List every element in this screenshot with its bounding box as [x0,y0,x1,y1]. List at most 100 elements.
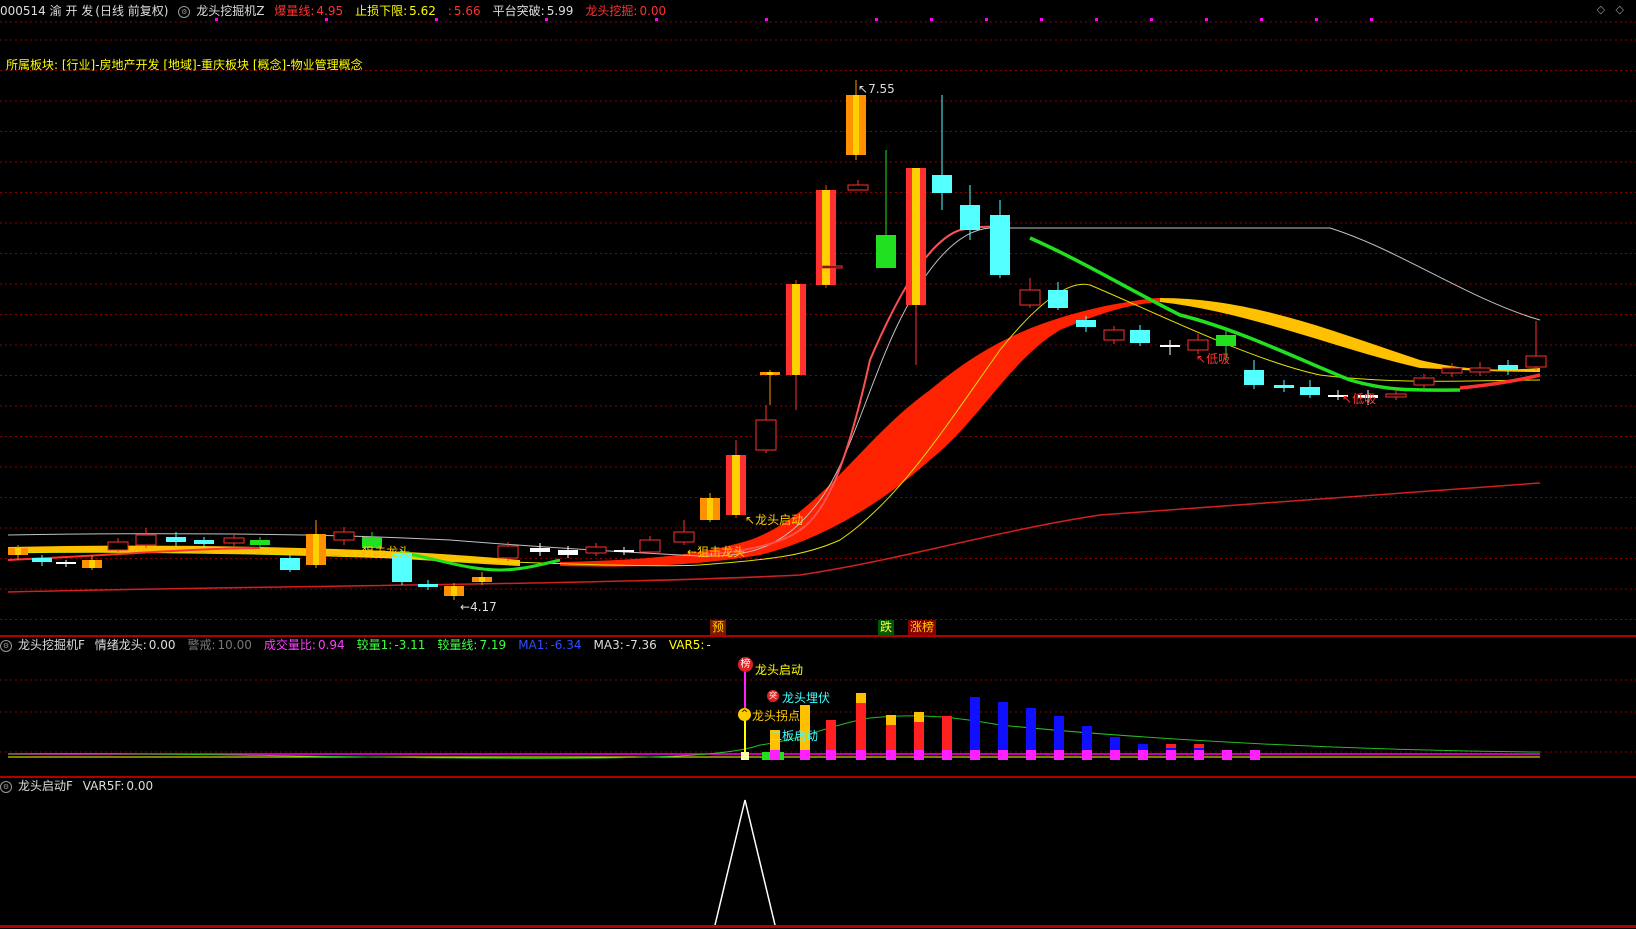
candle-body-stripe [853,95,859,155]
main-candlestick-chart[interactable] [0,0,1636,929]
sub1-item-label: VAR5: [668,638,705,652]
candle-body [585,546,607,554]
marker-dot [1150,18,1153,21]
bottom-tag-1: 预 [710,620,727,635]
candle-body-stripe [707,498,713,520]
candle-body [1048,290,1068,308]
sub1-item-label: MA1: [518,638,549,652]
marker-dot [655,18,658,21]
marker-dot [1040,18,1043,21]
candle-body [418,584,438,587]
marker-dot [1370,18,1373,21]
candle-body [56,562,76,564]
marker-dot [765,18,768,21]
sub1-item-2: 成交量比: 0.94 [264,638,351,652]
candle-body [194,540,214,544]
ambush-annotation-1: ←狙击龙头 [352,545,411,559]
sub1-bar-top [886,715,896,725]
sub1-bar-top [1166,744,1176,748]
candle-body [1274,385,1294,388]
candle-body [1160,345,1180,347]
candle-body [639,539,661,553]
candle-body [250,540,270,545]
sub1-bar-cap [770,750,780,760]
sub2-indicator-name[interactable]: 龙头启动F [18,779,73,793]
marker-dot [1260,18,1263,21]
sub1-item-6: MA3: -7.36 [594,638,663,652]
sub1-bar-cap [1054,750,1064,760]
sub2-header: ⚙ 龙头启动F VAR5F: 0.00 [0,777,171,795]
candle-body [1187,339,1209,351]
candle-body-stripe [89,560,95,568]
low-price-label: ←4.17 [460,600,497,614]
sub1-bar-cap [1222,750,1232,760]
bottom-border [0,925,1636,928]
sub2-settings-icon[interactable]: ⚙ [0,780,12,793]
sub1-bar-cap [1138,750,1148,760]
sub1-header: ⚙ 龙头挖掘机F 情绪龙头: 0.00 警戒: 10.00 成交量比: 0.94 较量1: -3… [0,636,729,654]
sub1-item-label: 警戒: [187,638,216,652]
panel-divider-2[interactable] [0,776,1636,778]
candle-body [530,548,550,552]
sub1-bar [856,693,866,760]
sub1-badge-2: 突 [767,690,779,702]
sub1-bar-cap [1110,750,1120,760]
sub1-bar-cap [998,750,1008,760]
sub1-bar-cap [800,750,810,760]
sub1-bar-cap [886,750,896,760]
candle-body-stripe [451,586,457,596]
low-buy-annotation-2: ↖低吸 [1342,392,1377,406]
sub1-item-value: - [706,638,711,652]
candle-body [1413,377,1435,386]
sub1-item-value: -7.36 [625,638,657,652]
sub1-bar-cap [1250,750,1260,760]
sub1-item-label: 较量线: [437,638,478,652]
candle-body [1130,330,1150,343]
candle-body [1300,387,1320,395]
sub1-item-value: 0.00 [148,638,176,652]
sub1-dragon-turn-label: 龙头拐点 [752,709,801,723]
candle-body [990,215,1010,275]
marker-dot [325,18,328,21]
candle-body [1441,367,1463,374]
sub1-item-value: -6.34 [550,638,582,652]
sub1-item-4: 较量线: 7.19 [437,638,512,652]
sub1-indicator-name[interactable]: 龙头挖掘机F [18,638,85,652]
candle-body [32,558,52,562]
candle-body-stripe [822,190,830,285]
sub1-item-label: 情绪龙头: [94,638,147,652]
sub1-bar-top [856,693,866,703]
candle-body [135,534,157,546]
sub1-settings-icon[interactable]: ⚙ [0,639,12,652]
candle-body [960,205,980,230]
sub2-spike-line [714,799,776,926]
sub1-bar-top [1194,744,1204,748]
sub1-bar-cap [856,750,866,760]
marker-dot [1095,18,1098,21]
sub2-item-value: 0.00 [126,779,154,793]
sub1-item-label: 成交量比: [263,638,316,652]
marker-dot [435,18,438,21]
red-tail-line [1459,373,1541,390]
candle-body [876,235,896,268]
candle-body-stripe [767,372,773,375]
candle-body-stripe [792,284,800,375]
sub1-item-value: -3.11 [394,638,426,652]
candle-body [1244,370,1264,385]
sub1-dragon-ambush-label: 龙头埋伏 [782,691,831,705]
candle-body [614,550,634,552]
marker-dot [930,18,933,21]
sub1-item-3: 较量1: -3.11 [357,638,432,652]
marker-dot [215,18,218,21]
sub1-bar-cap [914,750,924,760]
candle-body [107,541,129,551]
candle-body [755,419,777,451]
marker-dot [985,18,988,21]
sub2-item-label: VAR5F: [82,779,125,793]
sub1-bar-cap [1194,750,1204,760]
candle-body-stripe [732,455,740,515]
sub1-bar-cap [826,750,836,760]
candle-body [280,558,300,570]
sub1-item-value: 10.00 [217,638,252,652]
marker-dot [1315,18,1318,21]
